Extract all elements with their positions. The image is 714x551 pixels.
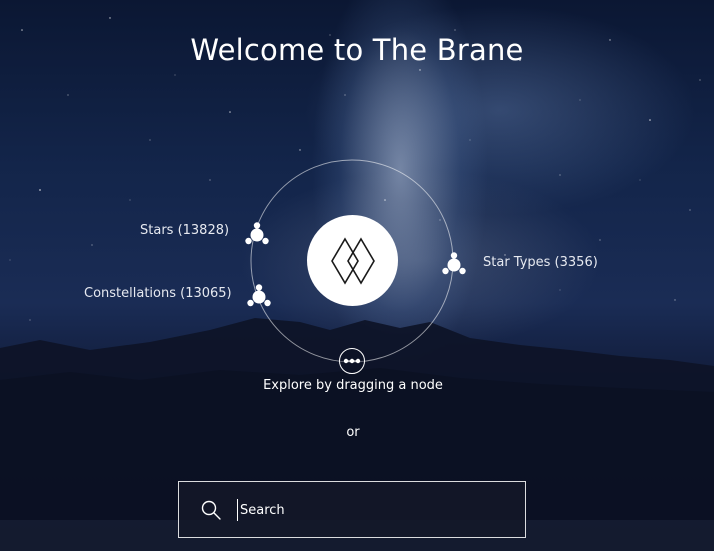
drag-node-handle[interactable] (339, 348, 365, 374)
node-cluster-icon (442, 252, 466, 275)
search-box[interactable] (178, 481, 526, 538)
separator-text: or (346, 425, 360, 440)
node-cluster-icon (247, 284, 271, 307)
node-star-types-label: Star Types (3356) (483, 255, 598, 270)
welcome-page: Welcome to The Brane Stars (13828) Const… (0, 0, 714, 551)
node-constellations[interactable] (245, 283, 273, 311)
drag-node-icon (343, 358, 361, 364)
node-stars[interactable] (243, 221, 271, 249)
node-constellations-label: Constellations (13065) (84, 286, 232, 301)
search-input[interactable] (237, 499, 510, 521)
drag-hint-text: Explore by dragging a node (263, 378, 443, 393)
node-star-types[interactable] (440, 251, 468, 279)
search-icon (201, 500, 221, 520)
node-cluster-icon (245, 222, 269, 245)
brane-logo-icon (330, 236, 375, 285)
brane-logo[interactable] (307, 215, 398, 306)
node-stars-label: Stars (13828) (140, 223, 230, 238)
